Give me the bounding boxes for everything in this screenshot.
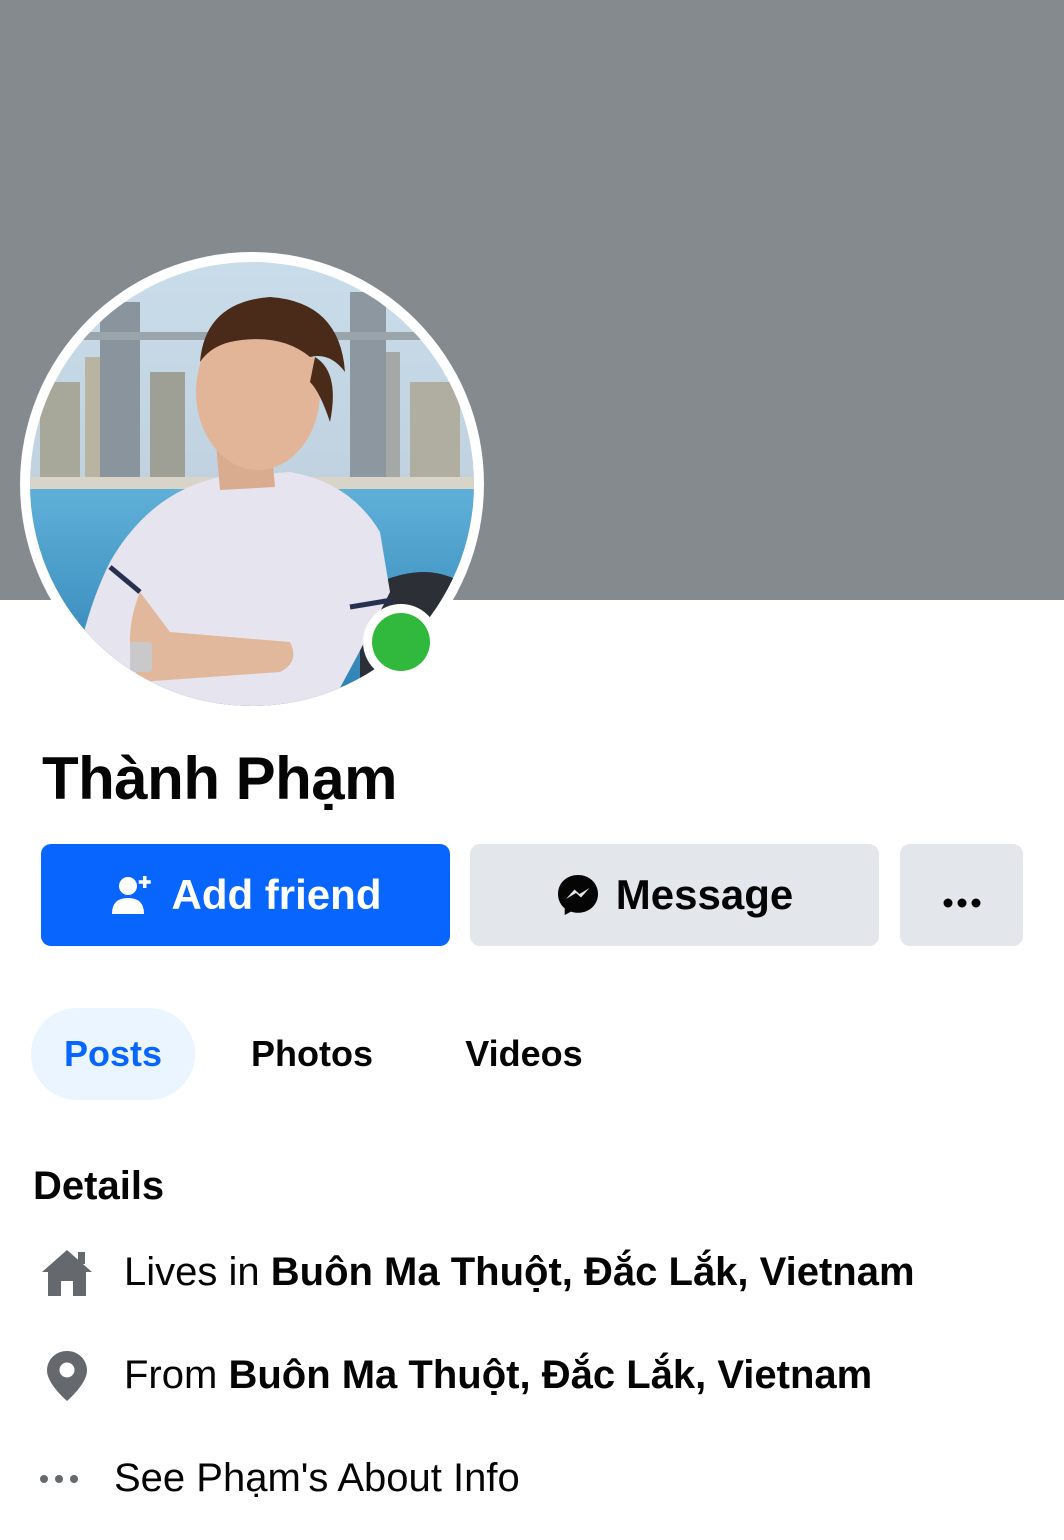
- online-dot-icon: [372, 613, 430, 671]
- from-prefix: From: [124, 1353, 229, 1397]
- detail-lives-in: Lives in Buôn Ma Thuột, Đắc Lắk, Vietnam: [0, 1234, 1064, 1314]
- messenger-icon: [556, 873, 600, 917]
- see-about-info-link[interactable]: See Phạm's About Info: [0, 1440, 1064, 1520]
- message-button[interactable]: Message: [470, 844, 879, 946]
- more-dots-icon: [942, 871, 982, 919]
- tab-photos[interactable]: Photos: [228, 1008, 396, 1100]
- detail-from: From Buôn Ma Thuột, Đắc Lắk, Vietnam: [0, 1337, 1064, 1417]
- add-friend-button[interactable]: Add friend: [41, 844, 450, 946]
- lives-prefix: Lives in: [124, 1250, 271, 1294]
- add-friend-label: Add friend: [171, 871, 382, 918]
- lives-location-link[interactable]: Buôn Ma Thuột, Đắc Lắk, Vietnam: [271, 1250, 915, 1294]
- online-status-indicator: [363, 604, 439, 680]
- home-icon: [38, 1244, 96, 1302]
- details-heading: Details: [33, 1164, 165, 1208]
- person-add-icon: [110, 872, 156, 918]
- more-options-button[interactable]: [900, 844, 1023, 946]
- tab-posts[interactable]: Posts: [31, 1008, 195, 1100]
- more-dots-icon: [30, 1450, 88, 1508]
- from-location-link[interactable]: Buôn Ma Thuột, Đắc Lắk, Vietnam: [228, 1353, 872, 1397]
- profile-name: Thành Phạm: [42, 745, 398, 812]
- message-label: Message: [615, 871, 794, 918]
- profile-page: Thành Phạm Add friend Message Posts Phot…: [0, 0, 1064, 1540]
- location-pin-icon: [38, 1347, 96, 1405]
- about-info-label: See Phạm's About Info: [114, 1456, 520, 1500]
- tab-videos[interactable]: Videos: [440, 1008, 608, 1100]
